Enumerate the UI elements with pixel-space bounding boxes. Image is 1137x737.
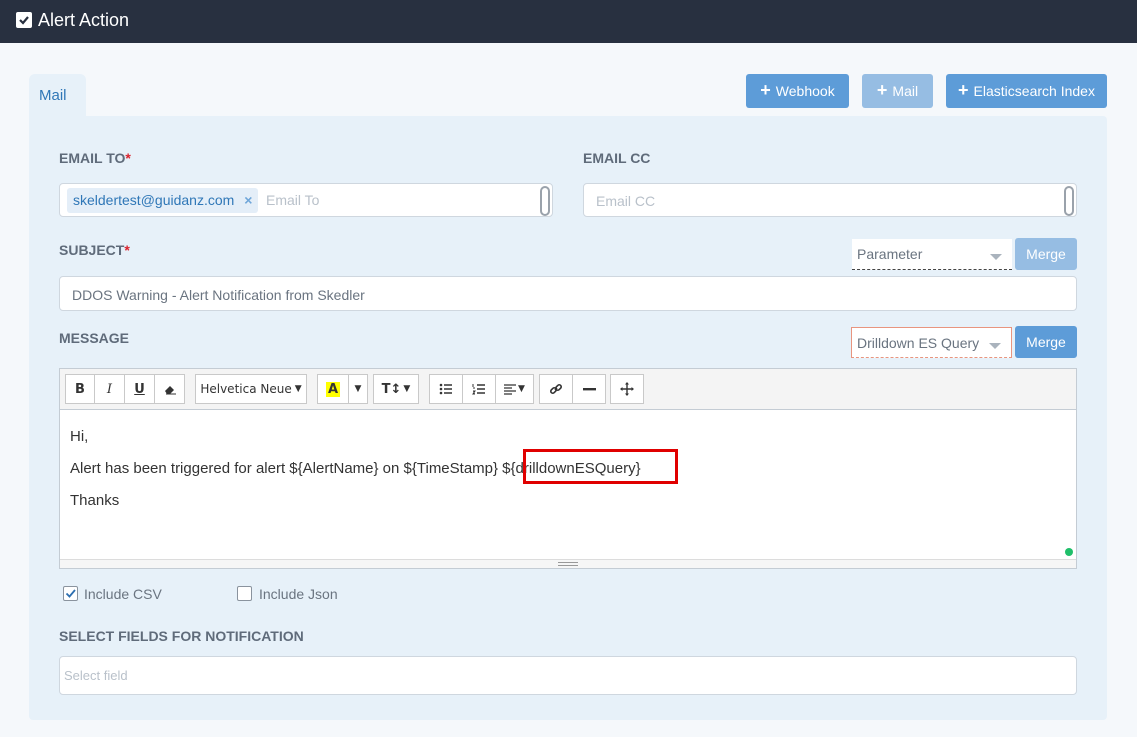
bullet-list-icon [439, 383, 452, 395]
bullet-list-button[interactable] [429, 374, 463, 404]
add-elasticsearch-button[interactable]: + Elasticsearch Index [946, 74, 1107, 108]
message-editor[interactable]: B I U Helvetica Neue ▼ A ▼ T↕ ▼ ▼ Hi, Al… [59, 368, 1077, 569]
numbered-list-button[interactable] [462, 374, 496, 404]
required-mark: * [124, 242, 130, 258]
plus-icon: + [876, 80, 888, 100]
highlight-box [523, 449, 678, 484]
email-to-label-text: EMAIL TO [59, 150, 126, 166]
email-to-placeholder: Email To [266, 192, 320, 208]
include-csv-label: Include CSV [84, 586, 162, 602]
subject-label: SUBJECT* [59, 242, 130, 258]
add-webhook-button[interactable]: + Webhook [746, 74, 849, 108]
query-select[interactable]: Drilldown ES Query [851, 327, 1012, 358]
email-to-field[interactable]: skeldertest@guidanz.com × Email To [59, 183, 553, 217]
horizontal-rule-icon [582, 388, 596, 391]
chevron-down-icon [989, 343, 1001, 349]
caret-down-icon: ▼ [403, 384, 411, 394]
tab-mail[interactable]: Mail [29, 74, 86, 117]
subject-merge-button[interactable]: Merge [1015, 238, 1077, 270]
horizontal-rule-button[interactable] [572, 374, 606, 404]
scrollbar[interactable] [540, 186, 550, 216]
caret-down-icon: ▼ [354, 384, 362, 394]
select-fields-placeholder: Select field [64, 668, 128, 683]
subject-merge-label: Merge [1026, 246, 1066, 262]
email-tag-text: skeldertest@guidanz.com [73, 192, 235, 208]
eraser-icon [164, 386, 176, 395]
parameter-select-value: Parameter [857, 246, 923, 262]
required-mark: * [125, 150, 131, 166]
scrollbar[interactable] [1064, 186, 1074, 216]
add-elasticsearch-label: Elasticsearch Index [973, 83, 1095, 99]
email-cc-field[interactable]: Email CC [583, 183, 1077, 217]
link-icon [549, 383, 563, 395]
email-cc-placeholder: Email CC [596, 193, 656, 209]
eraser-button[interactable] [154, 374, 185, 404]
text-color-icon: A [325, 381, 341, 397]
message-merge-button[interactable]: Merge [1015, 326, 1077, 358]
email-to-label: EMAIL TO* [59, 150, 131, 166]
parameter-select[interactable]: Parameter [852, 239, 1012, 270]
fullscreen-button[interactable] [610, 374, 644, 404]
editor-toolbar: B I U Helvetica Neue ▼ A ▼ T↕ ▼ ▼ [60, 369, 1076, 410]
text-color-button[interactable]: A [317, 374, 349, 404]
font-family-value: Helvetica Neue [200, 382, 292, 396]
email-tag: skeldertest@guidanz.com × [67, 188, 259, 213]
email-cc-label: EMAIL CC [583, 150, 651, 166]
remove-tag-icon[interactable]: × [244, 192, 252, 209]
include-json-checkbox[interactable] [237, 586, 252, 601]
text-color-dropdown[interactable]: ▼ [348, 374, 368, 404]
add-mail-button[interactable]: + Mail [862, 74, 933, 108]
font-size-dropdown[interactable]: T↕ ▼ [373, 374, 419, 404]
page-title: Alert Action [38, 10, 130, 30]
italic-button[interactable]: I [94, 374, 125, 404]
plus-icon: + [760, 80, 771, 100]
include-json-label: Include Json [259, 586, 338, 602]
align-dropdown[interactable]: ▼ [495, 374, 534, 404]
plus-icon: + [958, 80, 969, 100]
select-fields-label: SELECT FIELDS FOR NOTIFICATION [59, 628, 304, 644]
underline-label: U [134, 381, 145, 397]
resize-handle[interactable] [60, 559, 1076, 568]
query-select-value: Drilldown ES Query [857, 335, 980, 351]
subject-value: DDOS Warning - Alert Notification from S… [72, 287, 365, 303]
bold-button[interactable]: B [65, 374, 95, 404]
include-csv-checkbox[interactable] [63, 586, 78, 601]
message-merge-label: Merge [1026, 334, 1066, 350]
align-left-icon [504, 383, 517, 395]
message-label: MESSAGE [59, 330, 130, 346]
underline-button[interactable]: U [124, 374, 155, 404]
status-dot [1065, 548, 1073, 556]
add-webhook-label: Webhook [775, 83, 835, 99]
numbered-list-icon [472, 384, 485, 395]
bold-label: B [75, 381, 85, 397]
caret-down-icon: ▼ [518, 384, 525, 394]
checkmark-icon [65, 589, 76, 598]
checkbox-icon [16, 12, 32, 28]
grip-icon [558, 562, 578, 566]
italic-label: I [106, 381, 113, 397]
add-mail-label: Mail [892, 83, 919, 99]
font-family-dropdown[interactable]: Helvetica Neue ▼ [195, 374, 307, 404]
subject-label-text: SUBJECT [59, 242, 125, 258]
subject-input[interactable]: DDOS Warning - Alert Notification from S… [59, 276, 1077, 311]
link-button[interactable] [539, 374, 573, 404]
move-arrows-icon [620, 382, 634, 396]
chevron-down-icon [990, 254, 1002, 260]
title-bar: Alert Action [0, 0, 1137, 43]
caret-down-icon: ▼ [294, 384, 302, 394]
tab-mail-label: Mail [39, 87, 67, 104]
message-line: Thanks [70, 492, 120, 509]
select-fields-input[interactable]: Select field [59, 656, 1077, 695]
font-size-icon: T↕ [381, 381, 402, 397]
